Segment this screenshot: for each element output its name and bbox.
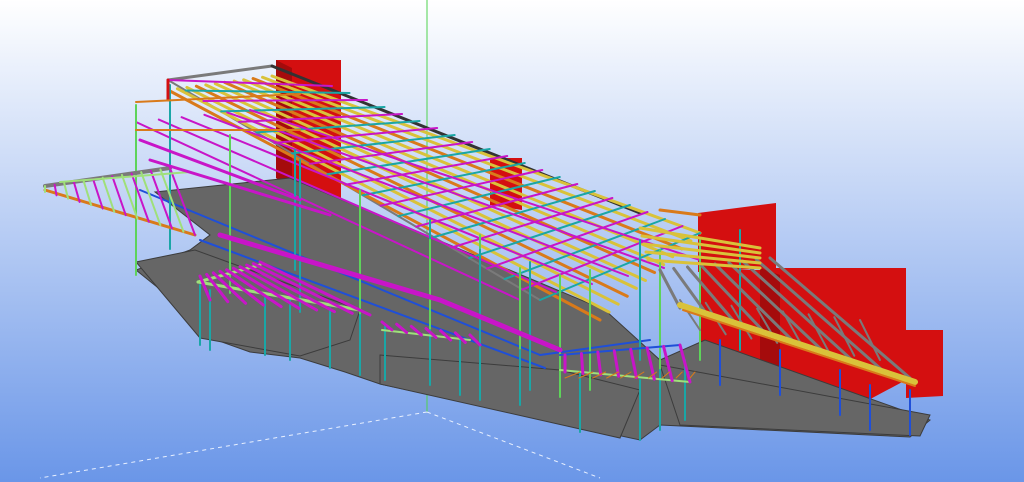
structural-model-canvas[interactable] — [0, 0, 1024, 482]
roof-cross-beam — [202, 99, 369, 102]
3d-model-viewport[interactable] — [0, 0, 1024, 482]
stand-tread — [579, 352, 585, 375]
wall-right-end — [906, 330, 943, 398]
